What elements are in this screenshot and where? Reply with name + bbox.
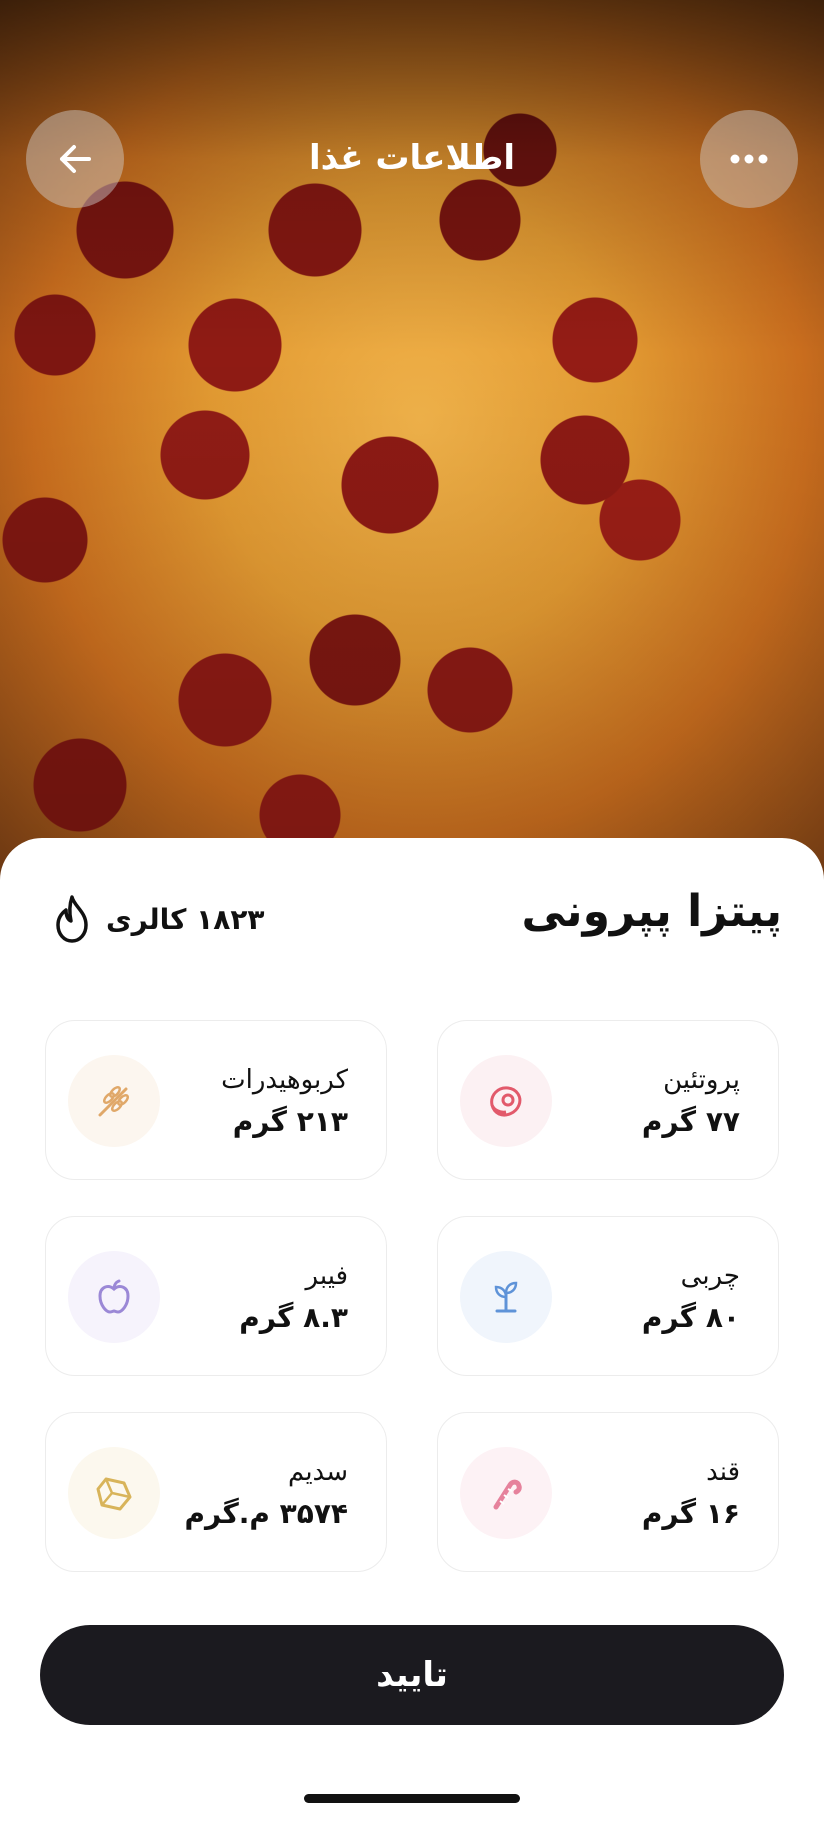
calorie-indicator: ۱۸۲۳ کالری <box>52 894 265 944</box>
nutrient-label: کربوهیدرات <box>221 1065 348 1095</box>
nutrient-value: ۳۵۷۴ م.گرم <box>184 1497 349 1530</box>
nutrient-card-fat: چربی ۸۰ گرم <box>437 1216 779 1376</box>
meat-icon <box>490 1086 522 1117</box>
nutrient-label: چربی <box>680 1261 740 1291</box>
nutrient-label: سدیم <box>288 1457 348 1487</box>
nutrient-icon-badge <box>68 1447 160 1539</box>
nutrient-value: ۸۰ گرم <box>641 1301 740 1334</box>
nutrient-card-fiber: فیبر ۸.۳ گرم <box>45 1216 387 1376</box>
nutrient-icon-badge <box>460 1447 552 1539</box>
details-sheet: پیتزا پپرونی ۱۸۲۳ کالری پروتئین ۷۷ گرم ک… <box>0 838 824 1834</box>
nutrient-label: پروتئین <box>663 1065 740 1095</box>
nutrient-value: ۷۷ گرم <box>641 1105 740 1138</box>
salt-crystal-icon <box>96 1477 132 1511</box>
candy-cane-icon <box>493 1479 522 1510</box>
nutrient-icon-badge <box>460 1055 552 1147</box>
nutrient-card-carbs: کربوهیدرات ۲۱۳ گرم <box>45 1020 387 1180</box>
more-options-button[interactable] <box>700 110 798 208</box>
sprout-icon <box>494 1281 518 1313</box>
top-bar: اطلاعات غذا <box>0 110 824 210</box>
nutrient-icon-badge <box>68 1251 160 1343</box>
nutrient-value: ۱۶ گرم <box>641 1497 740 1530</box>
nutrient-label: فیبر <box>305 1261 348 1291</box>
more-dots-icon <box>730 154 768 164</box>
nutrient-icon-badge <box>68 1055 160 1147</box>
calorie-value: ۱۸۲۳ کالری <box>106 902 265 936</box>
nutrient-card-sugar: قند ۱۶ گرم <box>437 1412 779 1572</box>
nutrient-card-protein: پروتئین ۷۷ گرم <box>437 1020 779 1180</box>
nutrient-label: قند <box>706 1457 740 1487</box>
nutrient-value: ۸.۳ گرم <box>239 1301 348 1334</box>
apple-icon <box>98 1279 130 1314</box>
nutrient-icon-badge <box>460 1251 552 1343</box>
nutrient-value: ۲۱۳ گرم <box>232 1105 348 1138</box>
flame-icon <box>56 895 88 943</box>
food-name: پیتزا پپرونی <box>521 886 782 937</box>
wheat-icon <box>98 1086 129 1117</box>
home-indicator <box>304 1794 520 1803</box>
nutrient-card-sodium: سدیم ۳۵۷۴ م.گرم <box>45 1412 387 1572</box>
confirm-button[interactable]: تایید <box>40 1625 784 1725</box>
